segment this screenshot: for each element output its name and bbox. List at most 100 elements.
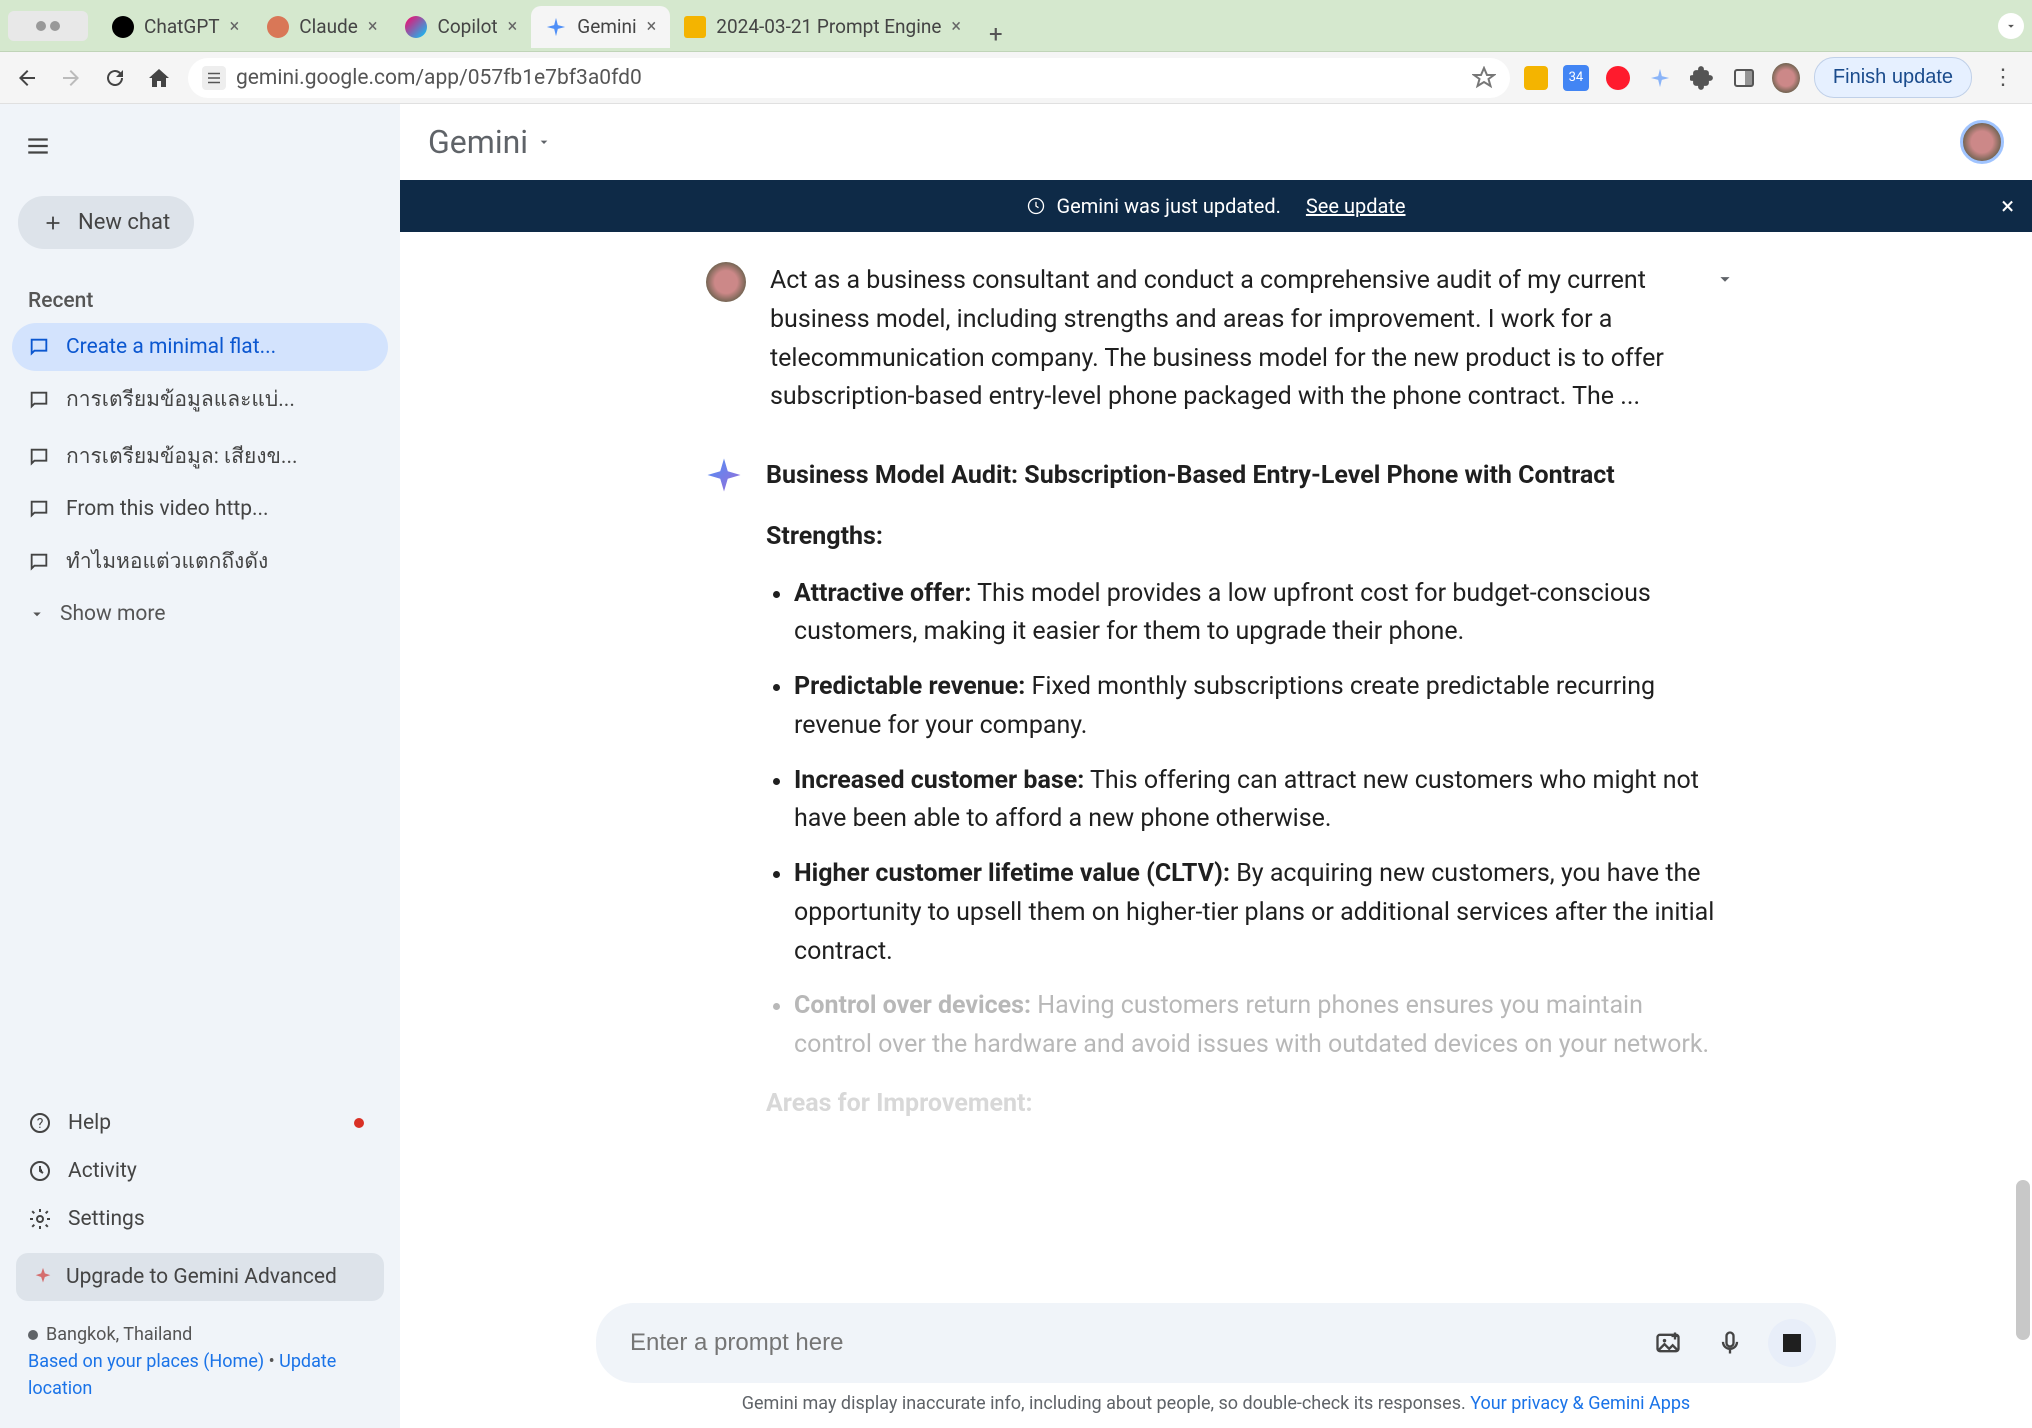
new-tab-button[interactable]: + — [975, 20, 1017, 48]
new-chat-button[interactable]: New chat — [18, 196, 194, 249]
close-banner-button[interactable]: × — [2001, 192, 2014, 220]
scrollbar-thumb[interactable] — [2016, 1180, 2030, 1340]
conversation-area[interactable]: Act as a business consultant and conduct… — [400, 232, 2032, 1273]
assistant-message: Business Model Audit: Subscription-Based… — [706, 457, 1726, 1142]
banner-text: Gemini was just updated. — [1056, 194, 1280, 218]
tab-claude[interactable]: Claude × — [253, 6, 391, 48]
see-update-link[interactable]: See update — [1306, 194, 1406, 218]
chat-item[interactable]: ทำไมหอแต่วแตกถึงดัง — [12, 533, 388, 590]
chat-item-label: การเตรียมข้อมูลและแบ่... — [66, 383, 295, 416]
location-dot-icon — [28, 1330, 38, 1340]
gemini-icon — [545, 16, 567, 38]
tab-overflow-button[interactable] — [1998, 13, 2024, 39]
close-icon[interactable]: × — [647, 16, 657, 37]
chat-item[interactable]: Create a minimal flat... — [12, 323, 388, 371]
disclaimer-text: Gemini may display inaccurate info, incl… — [742, 1393, 1466, 1414]
chat-item-label: การเตรียมข้อมูล: เสียงข... — [66, 440, 298, 473]
close-icon[interactable]: × — [508, 16, 518, 37]
location-info: Bangkok, Thailand Based on your places (… — [12, 1311, 388, 1412]
claude-icon — [267, 16, 289, 38]
tab-label: 2024-03-21 Prompt Engine — [716, 15, 941, 38]
hamburger-button[interactable] — [18, 126, 58, 166]
activity-button[interactable]: Activity — [12, 1147, 388, 1195]
app-name: Gemini — [428, 123, 528, 161]
tab-label: Claude — [299, 15, 358, 38]
close-icon[interactable]: × — [951, 16, 961, 37]
chatgpt-icon — [112, 16, 134, 38]
strengths-heading: Strengths: — [766, 518, 1726, 557]
assistant-response: Business Model Audit: Subscription-Based… — [766, 457, 1726, 1142]
tab-gemini[interactable]: Gemini × — [531, 6, 670, 48]
back-button[interactable] — [12, 63, 42, 93]
app-container: New chat Recent Create a minimal flat...… — [0, 104, 2032, 1428]
sidebar: New chat Recent Create a minimal flat...… — [0, 104, 400, 1428]
close-icon[interactable]: × — [368, 16, 378, 37]
response-title: Business Model Audit: Subscription-Based… — [766, 457, 1726, 496]
model-selector[interactable]: Gemini — [428, 123, 552, 161]
site-settings-icon[interactable] — [202, 66, 226, 90]
chat-item-label: From this video http... — [66, 497, 269, 521]
update-banner: Gemini was just updated. See update × — [400, 180, 2032, 232]
address-bar[interactable]: gemini.google.com/app/057fb1e7bf3a0fd0 — [188, 58, 1510, 98]
ext-opera-icon[interactable] — [1604, 64, 1632, 92]
ext-calendar-icon[interactable]: 34 — [1562, 64, 1590, 92]
activity-label: Activity — [68, 1159, 137, 1183]
privacy-link[interactable]: Your privacy & Gemini Apps — [1470, 1393, 1690, 1414]
help-button[interactable]: ? Help — [12, 1099, 388, 1147]
ext-gemini-icon[interactable] — [1646, 64, 1674, 92]
stop-icon — [1783, 1334, 1801, 1352]
areas-heading: Areas for Improvement: — [766, 1085, 1726, 1124]
settings-button[interactable]: Settings — [12, 1195, 388, 1243]
image-upload-button[interactable] — [1644, 1319, 1692, 1367]
ext-icon-1[interactable] — [1524, 66, 1548, 90]
tab-copilot[interactable]: Copilot × — [391, 6, 531, 48]
extensions-button[interactable] — [1688, 64, 1716, 92]
location-city: Bangkok, Thailand — [46, 1324, 192, 1345]
home-button[interactable] — [144, 63, 174, 93]
svg-text:?: ? — [37, 1116, 44, 1132]
chat-icon — [28, 389, 50, 411]
upgrade-button[interactable]: Upgrade to Gemini Advanced — [16, 1253, 384, 1301]
prompt-input-container — [596, 1303, 1836, 1383]
chat-icon — [28, 336, 50, 358]
show-more-button[interactable]: Show more — [12, 590, 388, 638]
location-basis-link[interactable]: Based on your places (Home) — [28, 1351, 264, 1372]
window-controls[interactable] — [8, 11, 88, 41]
list-item: Predictable revenue: Fixed monthly subsc… — [794, 668, 1726, 746]
chat-item-label: ทำไมหอแต่วแตกถึงดัง — [66, 545, 268, 578]
list-item: Higher customer lifetime value (CLTV): B… — [794, 855, 1726, 971]
reload-button[interactable] — [100, 63, 130, 93]
finish-update-button[interactable]: Finish update — [1814, 57, 1972, 98]
sparkle-update-icon — [1026, 196, 1046, 216]
chat-item[interactable]: การเตรียมข้อมูล: เสียงข... — [12, 428, 388, 485]
close-icon[interactable]: × — [230, 16, 240, 37]
stop-button[interactable] — [1768, 1319, 1816, 1367]
copilot-icon — [405, 16, 427, 38]
slides-icon — [684, 16, 706, 38]
star-icon[interactable] — [1472, 66, 1496, 90]
collapse-button[interactable] — [1714, 268, 1736, 290]
sidepanel-button[interactable] — [1730, 64, 1758, 92]
strengths-list: Attractive offer: This model provides a … — [766, 575, 1726, 1065]
mic-button[interactable] — [1706, 1319, 1754, 1367]
url-text: gemini.google.com/app/057fb1e7bf3a0fd0 — [236, 66, 1462, 90]
profile-avatar[interactable] — [1960, 120, 2004, 164]
chat-icon — [28, 498, 50, 520]
browser-tab-strip: ChatGPT × Claude × Copilot × Gemini × 20… — [0, 0, 2032, 52]
main-header: Gemini — [400, 104, 2032, 180]
forward-button[interactable] — [56, 63, 86, 93]
main-panel: Gemini Gemini was just updated. See upda… — [400, 104, 2032, 1428]
new-chat-label: New chat — [78, 210, 170, 235]
chat-item[interactable]: From this video http... — [12, 485, 388, 533]
sparkle-icon — [32, 1266, 54, 1288]
kebab-menu-icon[interactable]: ⋮ — [1986, 65, 2020, 90]
tab-slides[interactable]: 2024-03-21 Prompt Engine × — [670, 6, 975, 48]
chat-item[interactable]: การเตรียมข้อมูลและแบ่... — [12, 371, 388, 428]
profile-button[interactable] — [1772, 64, 1800, 92]
disclaimer: Gemini may display inaccurate info, incl… — [460, 1383, 1972, 1420]
prompt-input[interactable] — [630, 1329, 1630, 1357]
recent-heading: Recent — [12, 279, 388, 323]
caret-down-icon — [536, 134, 552, 150]
list-item: Increased customer base: This offering c… — [794, 762, 1726, 840]
tab-chatgpt[interactable]: ChatGPT × — [98, 6, 253, 48]
